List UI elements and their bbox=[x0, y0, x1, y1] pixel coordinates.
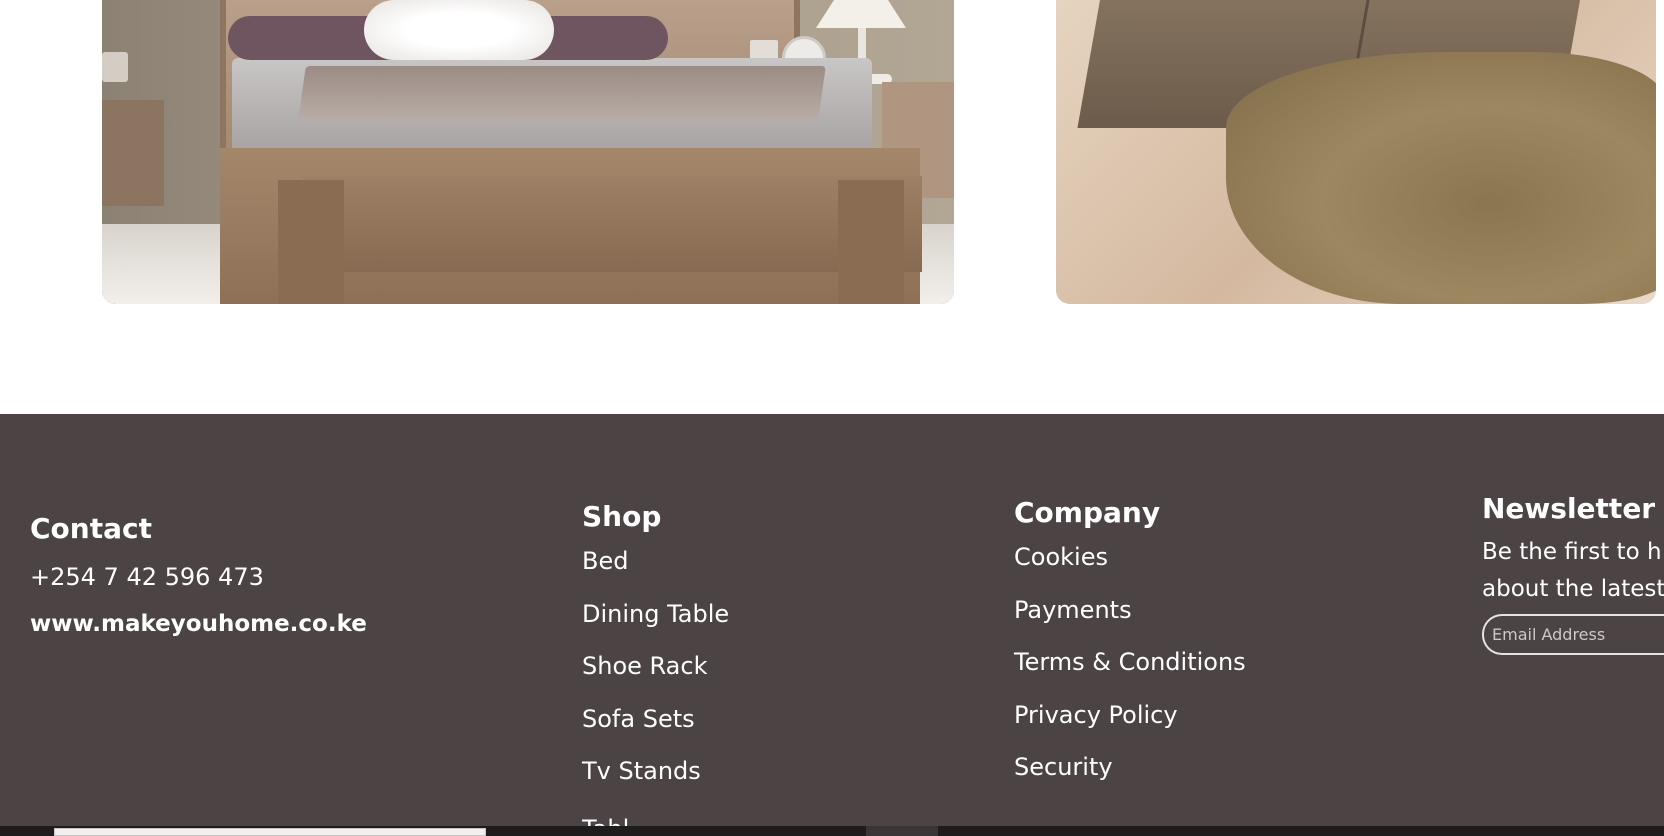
site-footer: Contact +254 7 42 596 473 www.makeyouhom… bbox=[0, 414, 1664, 826]
company-links: Cookies Payments Terms & Conditions Priv… bbox=[1014, 542, 1246, 782]
shop-link-dining-table[interactable]: Dining Table bbox=[582, 599, 729, 629]
newsletter-description: Be the first to h about the latest bbox=[1482, 534, 1664, 608]
shag-rug bbox=[1226, 52, 1656, 304]
shop-link-sofa-sets[interactable]: Sofa Sets bbox=[582, 704, 729, 734]
newsletter-line-1: Be the first to h bbox=[1482, 539, 1662, 565]
living-room-product-image[interactable] bbox=[1056, 0, 1656, 304]
bed-frame-panel bbox=[302, 176, 922, 272]
contact-website[interactable]: www.makeyouhome.co.ke bbox=[30, 609, 367, 639]
bottom-taskbar bbox=[0, 826, 1664, 836]
bed-blanket bbox=[298, 66, 826, 120]
contact-heading: Contact bbox=[30, 512, 152, 545]
footer-contact-section: Contact +254 7 42 596 473 www.makeyouhom… bbox=[30, 512, 367, 639]
taskbar-window-preview[interactable] bbox=[54, 828, 486, 836]
shop-link-tables[interactable]: Tabl bbox=[582, 814, 629, 826]
nightstand-left bbox=[102, 100, 164, 206]
newsletter-line-2: about the latest bbox=[1482, 576, 1664, 602]
footer-newsletter-section: Newsletter Be the first to h about the l… bbox=[1482, 492, 1664, 655]
shop-heading: Shop bbox=[582, 500, 662, 533]
fluffy-pillow bbox=[364, 0, 554, 60]
shop-link-bed[interactable]: Bed bbox=[582, 546, 729, 576]
company-heading: Company bbox=[1014, 496, 1161, 529]
newsletter-email-input[interactable] bbox=[1482, 614, 1664, 655]
contact-phone[interactable]: +254 7 42 596 473 bbox=[30, 562, 367, 592]
company-link-cookies[interactable]: Cookies bbox=[1014, 542, 1246, 572]
bed-leg bbox=[278, 180, 344, 304]
newsletter-heading: Newsletter bbox=[1482, 492, 1656, 525]
shop-link-tv-stands[interactable]: Tv Stands bbox=[582, 756, 729, 786]
company-link-payments[interactable]: Payments bbox=[1014, 595, 1246, 625]
footer-company-section: Company Cookies Payments Terms & Conditi… bbox=[1014, 496, 1246, 782]
company-link-security[interactable]: Security bbox=[1014, 752, 1246, 782]
footer-shop-section: Shop Bed Dining Table Shoe Rack Sofa Set… bbox=[582, 500, 729, 786]
shop-link-shoe-rack[interactable]: Shoe Rack bbox=[582, 651, 729, 681]
company-link-privacy[interactable]: Privacy Policy bbox=[1014, 700, 1246, 730]
bed-leg bbox=[838, 180, 904, 304]
company-link-terms[interactable]: Terms & Conditions bbox=[1014, 647, 1246, 677]
bedroom-product-image[interactable] bbox=[102, 0, 954, 304]
shop-links: Bed Dining Table Shoe Rack Sofa Sets Tv … bbox=[582, 546, 729, 786]
taskbar-item[interactable] bbox=[866, 826, 938, 836]
wall-socket bbox=[102, 52, 128, 82]
